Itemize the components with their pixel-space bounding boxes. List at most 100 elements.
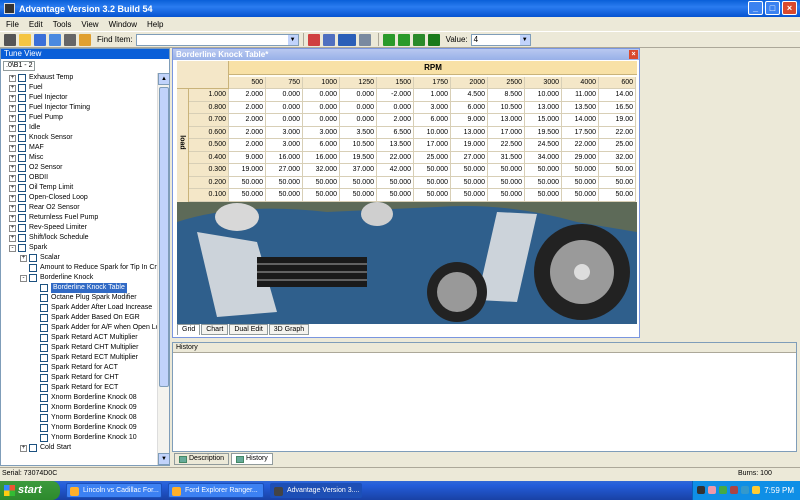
tree-checkbox[interactable] bbox=[40, 364, 48, 372]
grid-cell[interactable]: 22.000 bbox=[562, 139, 599, 152]
tree-checkbox[interactable] bbox=[40, 414, 48, 422]
find-item-combo[interactable]: ▼ bbox=[135, 33, 299, 46]
grid-cell[interactable]: 1.000 bbox=[414, 89, 451, 102]
grid-cell[interactable]: 6.500 bbox=[377, 126, 414, 139]
grid-cell[interactable]: 0.000 bbox=[340, 101, 377, 114]
tree-item[interactable]: + Rear O2 Sensor bbox=[9, 203, 80, 213]
expand-icon[interactable]: + bbox=[9, 174, 16, 182]
car-icon[interactable] bbox=[358, 33, 371, 46]
save-icon[interactable] bbox=[34, 33, 46, 46]
tree-checkbox[interactable] bbox=[18, 84, 26, 92]
tab-history[interactable]: History bbox=[231, 453, 273, 465]
tree-item[interactable]: Spark Retard CHT Multiplier bbox=[31, 343, 138, 353]
maximize-button[interactable]: □ bbox=[765, 1, 780, 15]
grid-cell[interactable]: 42.000 bbox=[377, 164, 414, 177]
grid-cell[interactable]: 11.000 bbox=[562, 89, 599, 102]
tree-checkbox[interactable] bbox=[40, 374, 48, 382]
tree-item[interactable]: Amount to Reduce Spark for Tip In Cnt bbox=[20, 263, 158, 273]
tree-item[interactable]: Octane Plug Spark Modifier bbox=[31, 293, 137, 303]
grid-cell[interactable]: 27.000 bbox=[266, 164, 303, 177]
grid-cell[interactable]: 3.000 bbox=[303, 126, 340, 139]
grid-cell[interactable]: 37.000 bbox=[340, 164, 377, 177]
grid-cell[interactable]: 50.000 bbox=[525, 189, 562, 202]
tree-item[interactable]: Spark Retard ECT Multiplier bbox=[31, 353, 138, 363]
tree-checkbox[interactable] bbox=[18, 234, 26, 242]
tree-item[interactable]: Ynorm Borderline Knock 10 bbox=[31, 433, 137, 443]
grid-cell[interactable]: 10.500 bbox=[340, 139, 377, 152]
tree-item[interactable]: + Open-Closed Loop bbox=[9, 193, 88, 203]
grid-cell[interactable]: 2.000 bbox=[229, 139, 266, 152]
expand-icon[interactable]: + bbox=[9, 194, 16, 202]
tree-checkbox[interactable] bbox=[29, 444, 37, 452]
grid-cell[interactable]: 17.500 bbox=[562, 126, 599, 139]
grid-cell[interactable]: 2.000 bbox=[229, 126, 266, 139]
tab-grid[interactable]: Grid bbox=[177, 324, 201, 335]
grid-cell[interactable]: 10.000 bbox=[414, 126, 451, 139]
minus-icon[interactable] bbox=[397, 33, 410, 46]
collapse-icon[interactable]: - bbox=[9, 244, 16, 252]
taskbar-item[interactable]: Lincoln vs Cadillac For... bbox=[66, 483, 162, 498]
grid-cell[interactable]: -2.000 bbox=[377, 89, 414, 102]
network-icon[interactable] bbox=[741, 486, 749, 494]
tree-checkbox[interactable] bbox=[40, 314, 48, 322]
save-as-icon[interactable] bbox=[49, 33, 61, 46]
grid-cell[interactable]: 34.000 bbox=[525, 151, 562, 164]
pencil-icon[interactable] bbox=[412, 33, 425, 46]
tree-checkbox[interactable] bbox=[40, 344, 48, 352]
grid-cell[interactable]: 0.000 bbox=[266, 89, 303, 102]
scroll-down-icon[interactable]: ▼ bbox=[158, 453, 170, 465]
expand-icon[interactable]: + bbox=[9, 104, 16, 112]
tree-checkbox[interactable] bbox=[18, 204, 26, 212]
tree-item[interactable]: - Borderline Knock bbox=[20, 273, 93, 283]
grid-cell[interactable]: 3.500 bbox=[340, 126, 377, 139]
compare-icon[interactable] bbox=[307, 33, 320, 46]
tree-item[interactable]: Ynorm Borderline Knock 09 bbox=[31, 423, 137, 433]
grid-cell[interactable]: 13.000 bbox=[451, 126, 488, 139]
grid-cell[interactable]: 50.000 bbox=[488, 164, 525, 177]
grid-cell[interactable]: 0.000 bbox=[266, 101, 303, 114]
tree-checkbox[interactable] bbox=[29, 254, 37, 262]
grid-cell[interactable]: 10.000 bbox=[525, 89, 562, 102]
grid-cell[interactable]: 32.00 bbox=[599, 151, 636, 164]
expand-icon[interactable]: + bbox=[9, 114, 16, 122]
grid-cell[interactable]: 50.000 bbox=[303, 176, 340, 189]
grid-cell[interactable]: 50.000 bbox=[377, 176, 414, 189]
tree-item[interactable]: Spark Retard for ACT bbox=[31, 363, 118, 373]
collapse-icon[interactable]: - bbox=[20, 274, 27, 282]
print-icon[interactable] bbox=[64, 33, 76, 46]
grid-cell[interactable]: 3.000 bbox=[266, 139, 303, 152]
grid-cell[interactable]: 50.000 bbox=[488, 189, 525, 202]
expand-icon[interactable]: + bbox=[9, 204, 16, 212]
folder-icon[interactable] bbox=[79, 33, 91, 46]
tree-item[interactable]: + OBDII bbox=[9, 173, 48, 183]
expand-icon[interactable]: + bbox=[20, 254, 27, 262]
grid-cell[interactable]: 17.000 bbox=[488, 126, 525, 139]
grid-cell[interactable]: 19.00 bbox=[599, 114, 636, 127]
grid-cell[interactable]: 50.000 bbox=[451, 164, 488, 177]
grid-cell[interactable]: 13.000 bbox=[488, 114, 525, 127]
grid-cell[interactable]: 19.500 bbox=[525, 126, 562, 139]
grid-cell[interactable]: 19.000 bbox=[229, 164, 266, 177]
tree-item[interactable]: + Knock Sensor bbox=[9, 133, 73, 143]
tools-icon[interactable] bbox=[322, 33, 335, 46]
close-icon[interactable]: × bbox=[629, 50, 638, 59]
tree-checkbox[interactable] bbox=[29, 274, 37, 282]
menu-tools[interactable]: Tools bbox=[53, 20, 72, 29]
grid-cell[interactable]: 50.000 bbox=[266, 189, 303, 202]
grid-cell[interactable]: 32.000 bbox=[303, 164, 340, 177]
tree-checkbox[interactable] bbox=[40, 354, 48, 362]
tree-item[interactable]: + O2 Sensor bbox=[9, 163, 62, 173]
tree-checkbox[interactable] bbox=[18, 224, 26, 232]
expand-icon[interactable]: + bbox=[20, 444, 27, 452]
tree-checkbox[interactable] bbox=[40, 404, 48, 412]
tree-checkbox[interactable] bbox=[40, 434, 48, 442]
open-folder-icon[interactable] bbox=[19, 33, 31, 46]
grid-cell[interactable]: 50.000 bbox=[229, 176, 266, 189]
tree-item[interactable]: Spark Adder After Load Increase bbox=[31, 303, 152, 313]
grid-cell[interactable]: 50.000 bbox=[303, 189, 340, 202]
tree-item[interactable]: Spark Retard for CHT bbox=[31, 373, 119, 383]
start-button[interactable]: start bbox=[0, 481, 60, 500]
expand-icon[interactable]: + bbox=[9, 154, 16, 162]
grid-cell[interactable]: 50.000 bbox=[266, 176, 303, 189]
grid-cell[interactable]: 0.000 bbox=[303, 101, 340, 114]
